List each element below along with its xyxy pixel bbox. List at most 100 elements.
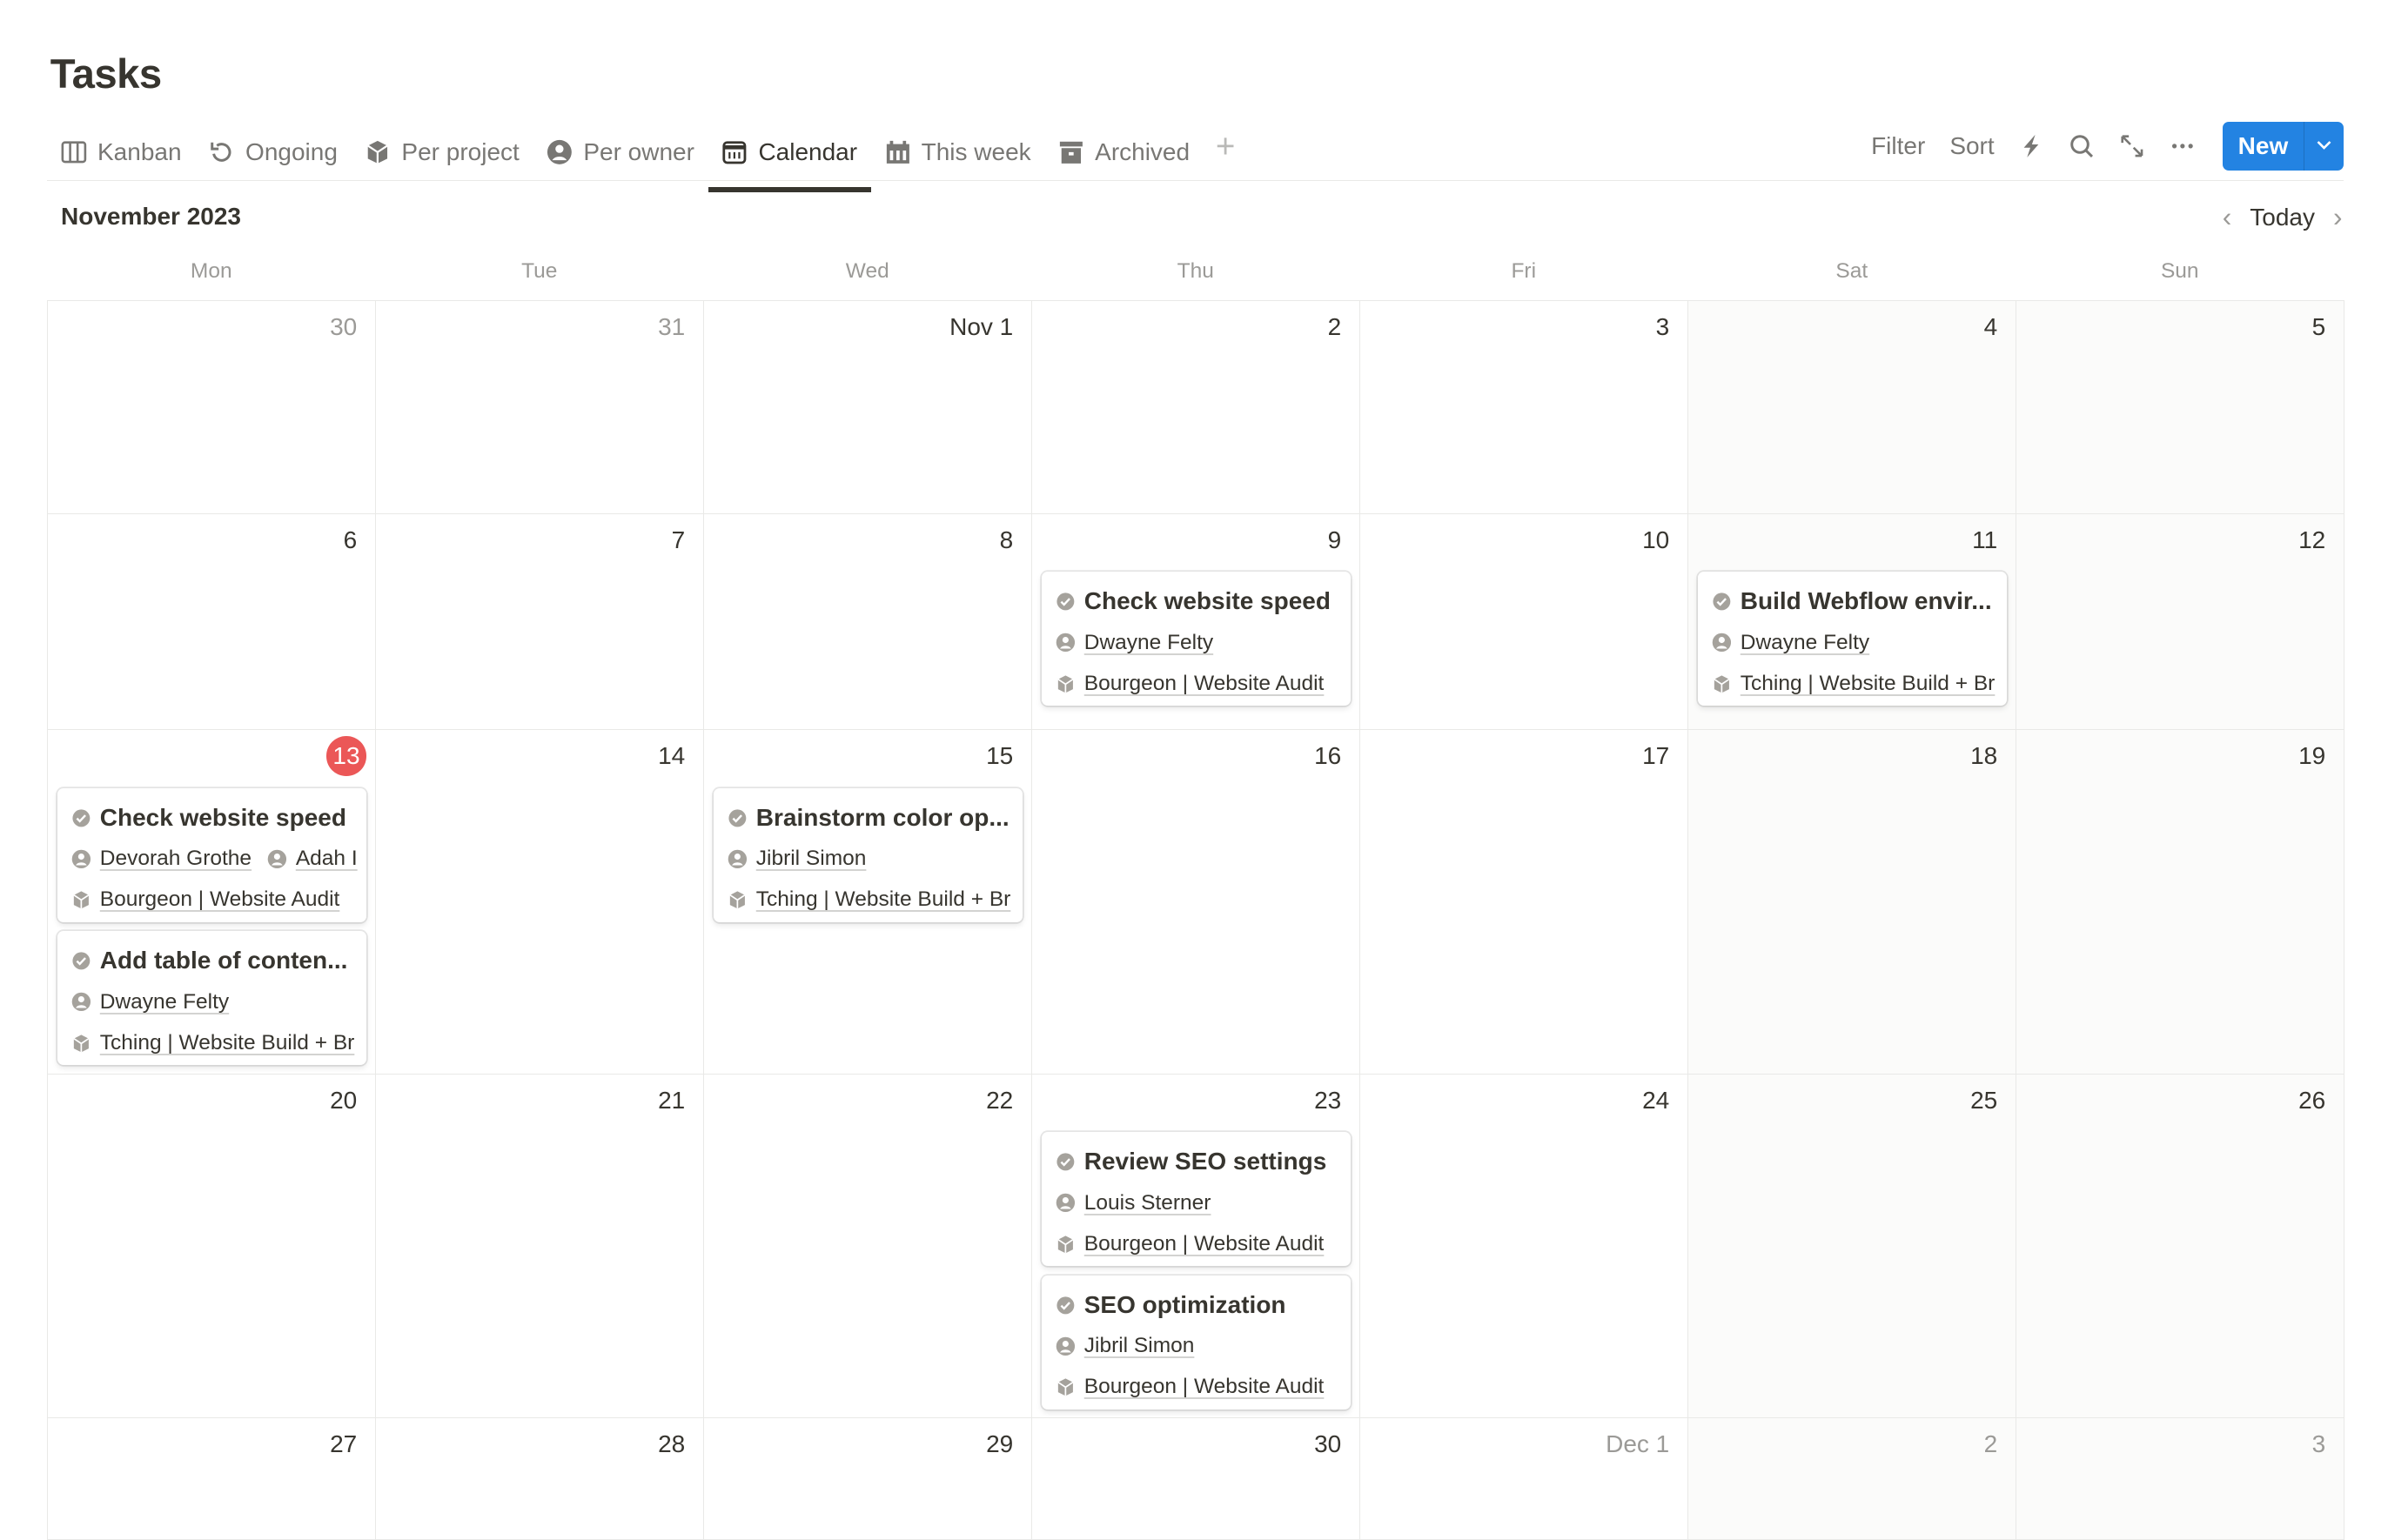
day-cell[interactable]: 5 bbox=[2016, 300, 2345, 514]
day-cell[interactable]: 31 bbox=[376, 300, 705, 514]
day-cell[interactable]: 25 bbox=[1688, 1074, 2017, 1419]
day-cell[interactable]: 18 bbox=[1688, 730, 2017, 1075]
tab-per-owner[interactable]: Per owner bbox=[533, 125, 708, 180]
day-number: 19 bbox=[2298, 742, 2326, 770]
expand-button[interactable] bbox=[2107, 127, 2157, 165]
task-project[interactable]: Bourgeon | Website Audit bbox=[100, 887, 340, 912]
sort-button[interactable]: Sort bbox=[1937, 126, 2006, 166]
day-cell[interactable]: 3 bbox=[1360, 300, 1689, 514]
tab-calendar[interactable]: Calendar bbox=[708, 125, 871, 192]
day-cards: Check website speed Devorah Grothe Adah I B… bbox=[57, 787, 366, 1075]
task-owner[interactable]: Devorah Grothe bbox=[100, 847, 252, 871]
day-number: 14 bbox=[658, 742, 686, 770]
day-cell[interactable]: 7 bbox=[376, 513, 705, 731]
task-card[interactable]: Brainstorm color op... Jibril Simon Tching… bbox=[713, 787, 1023, 922]
day-number: 28 bbox=[658, 1430, 686, 1458]
task-project-row: Bourgeon | Website Audit bbox=[1056, 1223, 1351, 1264]
search-button[interactable] bbox=[2056, 127, 2107, 165]
tab-per-project[interactable]: Per project bbox=[352, 125, 533, 180]
day-number: 7 bbox=[671, 526, 686, 553]
new-dropdown-button[interactable] bbox=[2304, 132, 2344, 160]
day-cell[interactable]: Nov 1 bbox=[704, 300, 1033, 514]
day-cell[interactable]: 22 bbox=[704, 1074, 1033, 1419]
task-card[interactable]: Check website speed Devorah Grothe Adah I B… bbox=[57, 787, 366, 922]
day-cell[interactable]: 2 bbox=[1688, 1418, 2017, 1540]
day-cell[interactable]: 10 bbox=[1360, 513, 1689, 731]
day-cell[interactable]: 9 Check website speed Dwayne Felty Bourgeon… bbox=[1032, 513, 1361, 731]
day-cell[interactable]: 23 Review SEO settings Louis Sterner Bourge… bbox=[1032, 1074, 1361, 1419]
task-project[interactable]: Bourgeon | Website Audit bbox=[1084, 672, 1325, 696]
day-cell[interactable]: 15 Brainstorm color op... Jibril Simon Tchi… bbox=[704, 730, 1033, 1075]
day-number: 22 bbox=[986, 1086, 1014, 1114]
tab-archived[interactable]: Archived bbox=[1044, 125, 1203, 180]
day-cell[interactable]: 12 bbox=[2016, 513, 2345, 731]
person-icon bbox=[1056, 633, 1076, 653]
task-owner[interactable]: Dwayne Felty bbox=[100, 990, 229, 1014]
task-card[interactable]: Review SEO settings Louis Sterner Bourgeon… bbox=[1041, 1132, 1351, 1267]
view-tabs: Kanban Ongoing Per project Per owner Cal… bbox=[47, 125, 1247, 192]
person-icon bbox=[547, 140, 573, 164]
day-number: Dec 1 bbox=[1606, 1430, 1670, 1458]
refresh-icon bbox=[211, 142, 231, 162]
task-project[interactable]: Tching | Website Build + Br bbox=[756, 887, 1011, 912]
day-cell[interactable]: 2 bbox=[1032, 300, 1361, 514]
day-cell[interactable]: 17 bbox=[1360, 730, 1689, 1075]
task-owner[interactable]: Adah I bbox=[296, 847, 358, 871]
day-cell[interactable]: 24 bbox=[1360, 1074, 1689, 1419]
day-cell[interactable]: 3 bbox=[2016, 1418, 2345, 1540]
day-cell[interactable]: 20 bbox=[48, 1074, 377, 1419]
filter-button[interactable]: Filter bbox=[1859, 126, 1937, 166]
status-check-icon bbox=[1056, 1296, 1076, 1316]
task-card[interactable]: Check website speed Dwayne Felty Bourgeon … bbox=[1041, 572, 1351, 706]
task-card[interactable]: Build Webflow envir... Dwayne Felty Tching… bbox=[1697, 572, 2007, 706]
day-number: 8 bbox=[999, 526, 1014, 553]
task-owner[interactable]: Louis Sterner bbox=[1084, 1191, 1211, 1215]
day-cell[interactable]: 30 bbox=[48, 300, 377, 514]
day-cell[interactable]: 4 bbox=[1688, 300, 2017, 514]
day-cell[interactable]: 26 bbox=[2016, 1074, 2345, 1419]
tab-kanban[interactable]: Kanban bbox=[47, 125, 195, 180]
day-cell[interactable]: Dec 1 bbox=[1360, 1418, 1689, 1540]
automation-button[interactable] bbox=[2007, 127, 2057, 165]
day-cell[interactable]: 8 bbox=[704, 513, 1033, 731]
day-number: 21 bbox=[658, 1086, 686, 1114]
day-cell[interactable]: 27 bbox=[48, 1418, 377, 1540]
day-number: 20 bbox=[330, 1086, 358, 1114]
task-project[interactable]: Tching | Website Build + Br bbox=[100, 1031, 355, 1055]
today-button[interactable]: Today bbox=[2250, 204, 2315, 231]
task-owner[interactable]: Jibril Simon bbox=[1084, 1334, 1195, 1358]
task-project[interactable]: Tching | Website Build + Br bbox=[1741, 672, 1996, 696]
day-cell[interactable]: 30 bbox=[1032, 1418, 1361, 1540]
new-button[interactable]: New bbox=[2223, 122, 2304, 171]
task-project[interactable]: Bourgeon | Website Audit bbox=[1084, 1375, 1325, 1399]
tab-this-week[interactable]: This week bbox=[871, 125, 1045, 180]
day-cell[interactable]: 28 bbox=[376, 1418, 705, 1540]
task-owner[interactable]: Jibril Simon bbox=[756, 847, 867, 871]
prev-month-button[interactable]: ‹ bbox=[2223, 201, 2232, 233]
next-month-button[interactable]: › bbox=[2333, 201, 2343, 233]
task-owners-row: Jibril Simon bbox=[728, 839, 1023, 880]
project-cube-icon bbox=[1056, 1235, 1076, 1255]
task-card[interactable]: SEO optimization Jibril Simon Bourgeon | W… bbox=[1041, 1275, 1351, 1409]
task-owner[interactable]: Dwayne Felty bbox=[1741, 631, 1869, 655]
calendar-icon bbox=[722, 141, 747, 164]
task-project[interactable]: Bourgeon | Website Audit bbox=[1084, 1232, 1325, 1256]
task-owner[interactable]: Dwayne Felty bbox=[1084, 631, 1213, 655]
weekday-label: Wed bbox=[845, 258, 889, 283]
task-title: Review SEO settings bbox=[1083, 1148, 1327, 1175]
task-title-row: Brainstorm color op... bbox=[728, 797, 1023, 838]
day-cell[interactable]: 16 bbox=[1032, 730, 1361, 1075]
day-cell[interactable]: 14 bbox=[376, 730, 705, 1075]
day-cell[interactable]: 13 Check website speed Devorah Grothe Adah … bbox=[48, 730, 377, 1075]
tab-label: Per owner bbox=[583, 138, 694, 165]
day-cell[interactable]: 29 bbox=[704, 1418, 1033, 1540]
day-cell[interactable]: 21 bbox=[376, 1074, 705, 1419]
tab-ongoing[interactable]: Ongoing bbox=[195, 125, 351, 180]
day-cell[interactable]: 6 bbox=[48, 513, 377, 731]
add-view-button[interactable]: + bbox=[1204, 125, 1247, 168]
day-cell[interactable]: 11 Build Webflow envir... Dwayne Felty Tchi… bbox=[1688, 513, 2017, 731]
day-cards: Brainstorm color op... Jibril Simon Tching… bbox=[713, 787, 1023, 932]
task-card[interactable]: Add table of conten... Dwayne Felty Tching… bbox=[57, 931, 366, 1066]
more-button[interactable] bbox=[2157, 127, 2208, 165]
day-cell[interactable]: 19 bbox=[2016, 730, 2345, 1075]
